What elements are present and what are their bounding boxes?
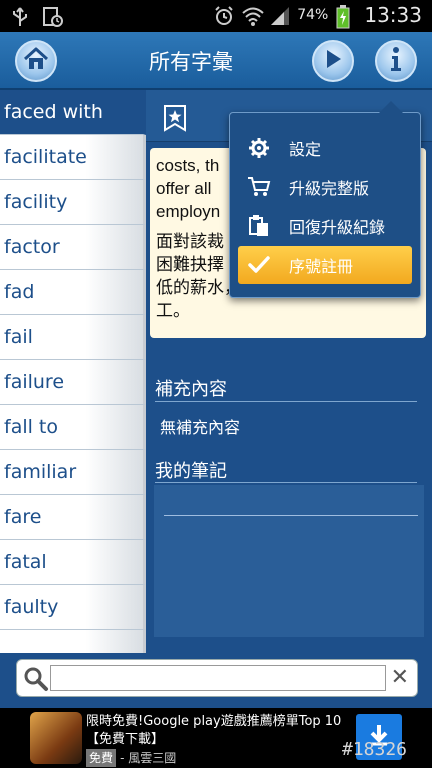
menu-item-register-serial[interactable]: 序號註冊 [238, 246, 412, 284]
list-item[interactable]: fatal [0, 540, 146, 585]
menu-item-label: 升級完整版 [289, 179, 370, 198]
ad-banner[interactable]: 限時免費!Google play遊戲推薦榜單Top 10【免費下載】 免費 - … [0, 708, 432, 768]
supplement-empty-text: 無補充內容 [160, 418, 241, 437]
ad-tag: #18326 [342, 739, 408, 760]
list-item[interactable]: fad [0, 270, 146, 315]
info-button[interactable] [375, 40, 417, 82]
list-item[interactable]: faulty [0, 585, 146, 630]
overflow-menu: 設定 升級完整版 回復升級紀錄 序號註冊 [229, 101, 421, 298]
menu-pointer [379, 101, 403, 113]
play-button[interactable] [312, 40, 354, 82]
alarm-icon [213, 5, 233, 25]
ad-publisher: - 風雲三國 [120, 751, 177, 765]
signal-icon [269, 5, 290, 25]
clear-search-button[interactable]: ✕ [391, 666, 409, 690]
menu-item-upgrade[interactable]: 升級完整版 [238, 168, 412, 206]
play-icon [322, 47, 344, 75]
ad-game-thumbnail[interactable] [30, 712, 82, 764]
menu-item-label: 序號註冊 [289, 257, 354, 276]
list-item[interactable]: fare [0, 495, 146, 540]
translation-line: 工。 [156, 301, 190, 321]
search-icon [23, 666, 49, 696]
home-icon [23, 47, 49, 75]
list-item[interactable]: faced with [0, 90, 146, 135]
ad-headline: 限時免費!Google play遊戲推薦榜單Top 10【免費下載】 [86, 714, 342, 747]
status-left-icons [10, 6, 63, 27]
list-item[interactable]: facility [0, 180, 146, 225]
list-item[interactable]: facilitate [0, 135, 146, 180]
list-item-partial[interactable] [0, 630, 146, 653]
ad-text: 限時免費!Google play遊戲推薦榜單Top 10【免費下載】 免費 - … [86, 713, 346, 768]
list-item[interactable]: fail [0, 315, 146, 360]
search-input[interactable] [50, 665, 386, 691]
sd-card-icon [42, 6, 63, 27]
battery-charging-icon [336, 5, 356, 29]
ad-free-badge: 免費 [86, 749, 117, 767]
status-bar: 74% 13:33 [0, 0, 432, 32]
notes-line [164, 515, 418, 516]
list-item[interactable]: fall to [0, 405, 146, 450]
cart-icon [247, 175, 271, 199]
info-icon [389, 46, 403, 76]
home-button[interactable] [15, 40, 57, 82]
list-item[interactable]: failure [0, 360, 146, 405]
menu-item-label: 設定 [289, 140, 322, 159]
clock: 13:33 [364, 3, 422, 27]
checkmark-icon [247, 253, 271, 277]
wifi-icon [241, 5, 264, 26]
menu-item-restore[interactable]: 回復升級紀錄 [238, 207, 412, 245]
gear-icon [247, 136, 271, 160]
word-list[interactable]: faced with facilitate facility factor fa… [0, 90, 146, 653]
menu-item-label: 回復升級紀錄 [289, 218, 386, 237]
supplement-divider [155, 401, 417, 402]
search-bar: ✕ [0, 653, 432, 708]
app-header: 所有字彙 [0, 32, 432, 90]
notes-divider [155, 482, 417, 483]
bookmark-star-icon[interactable] [162, 104, 188, 136]
clipboard-icon [247, 214, 271, 238]
supplement-heading: 補充內容 [155, 379, 227, 400]
usb-icon [10, 6, 30, 26]
status-right-icons: 74% 13:33 [213, 3, 422, 29]
menu-item-settings[interactable]: 設定 [238, 129, 412, 167]
list-item[interactable]: familiar [0, 450, 146, 495]
notes-heading: 我的筆記 [155, 461, 227, 482]
list-item[interactable]: factor [0, 225, 146, 270]
notes-area[interactable] [154, 485, 424, 637]
battery-percent: 74% [297, 7, 329, 23]
search-box: ✕ [16, 659, 418, 697]
page-title: 所有字彙 [149, 50, 233, 74]
